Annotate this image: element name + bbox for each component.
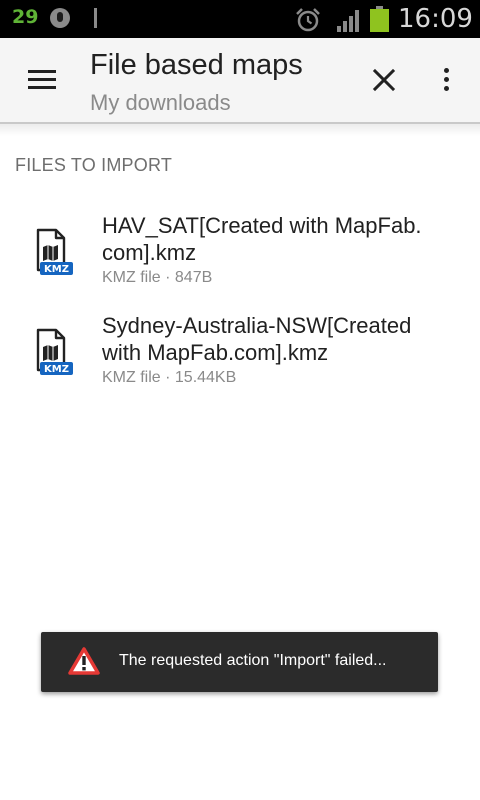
notification-count: 29 [12,6,39,28]
svg-text:KMZ: KMZ [44,364,69,375]
kmz-file-icon: KMZ [36,328,73,375]
page-title: File based maps [90,49,303,81]
status-bar: 29 16:09 [0,0,480,38]
page-subtitle: My downloads [90,90,231,115]
toast-message: The requested action "Import" failed... [119,652,387,669]
overflow-menu-icon[interactable] [430,62,464,98]
file-name: HAV_SAT[Created with MapFab. com].kmz [102,213,422,265]
battery-icon [370,6,389,32]
signal-strength-icon [337,10,359,32]
svg-text:KMZ: KMZ [44,264,69,275]
app-bar-shadow [0,122,480,136]
notification-divider-icon [94,8,97,28]
file-meta: KMZ file · 15.44KB [102,369,237,386]
warning-icon [68,647,100,675]
error-toast: The requested action "Import" failed... [41,632,438,692]
alarm-clock-icon [296,8,320,32]
file-name: Sydney-Australia-NSW[Created with MapFab… [102,313,412,365]
list-item[interactable]: KMZ Sydney-Australia-NSW[Created with Ma… [0,312,480,408]
kmz-file-icon: KMZ [36,228,73,275]
file-meta: KMZ file · 847B [102,269,213,286]
microphone-icon [50,8,70,28]
status-clock: 16:09 [398,4,473,34]
hamburger-menu-icon[interactable] [20,60,64,100]
list-item[interactable]: KMZ HAV_SAT[Created with MapFab. com].km… [0,212,480,308]
app-bar: File based maps My downloads [0,38,480,122]
close-icon[interactable] [366,62,402,98]
section-header: FILES TO IMPORT [15,155,173,175]
